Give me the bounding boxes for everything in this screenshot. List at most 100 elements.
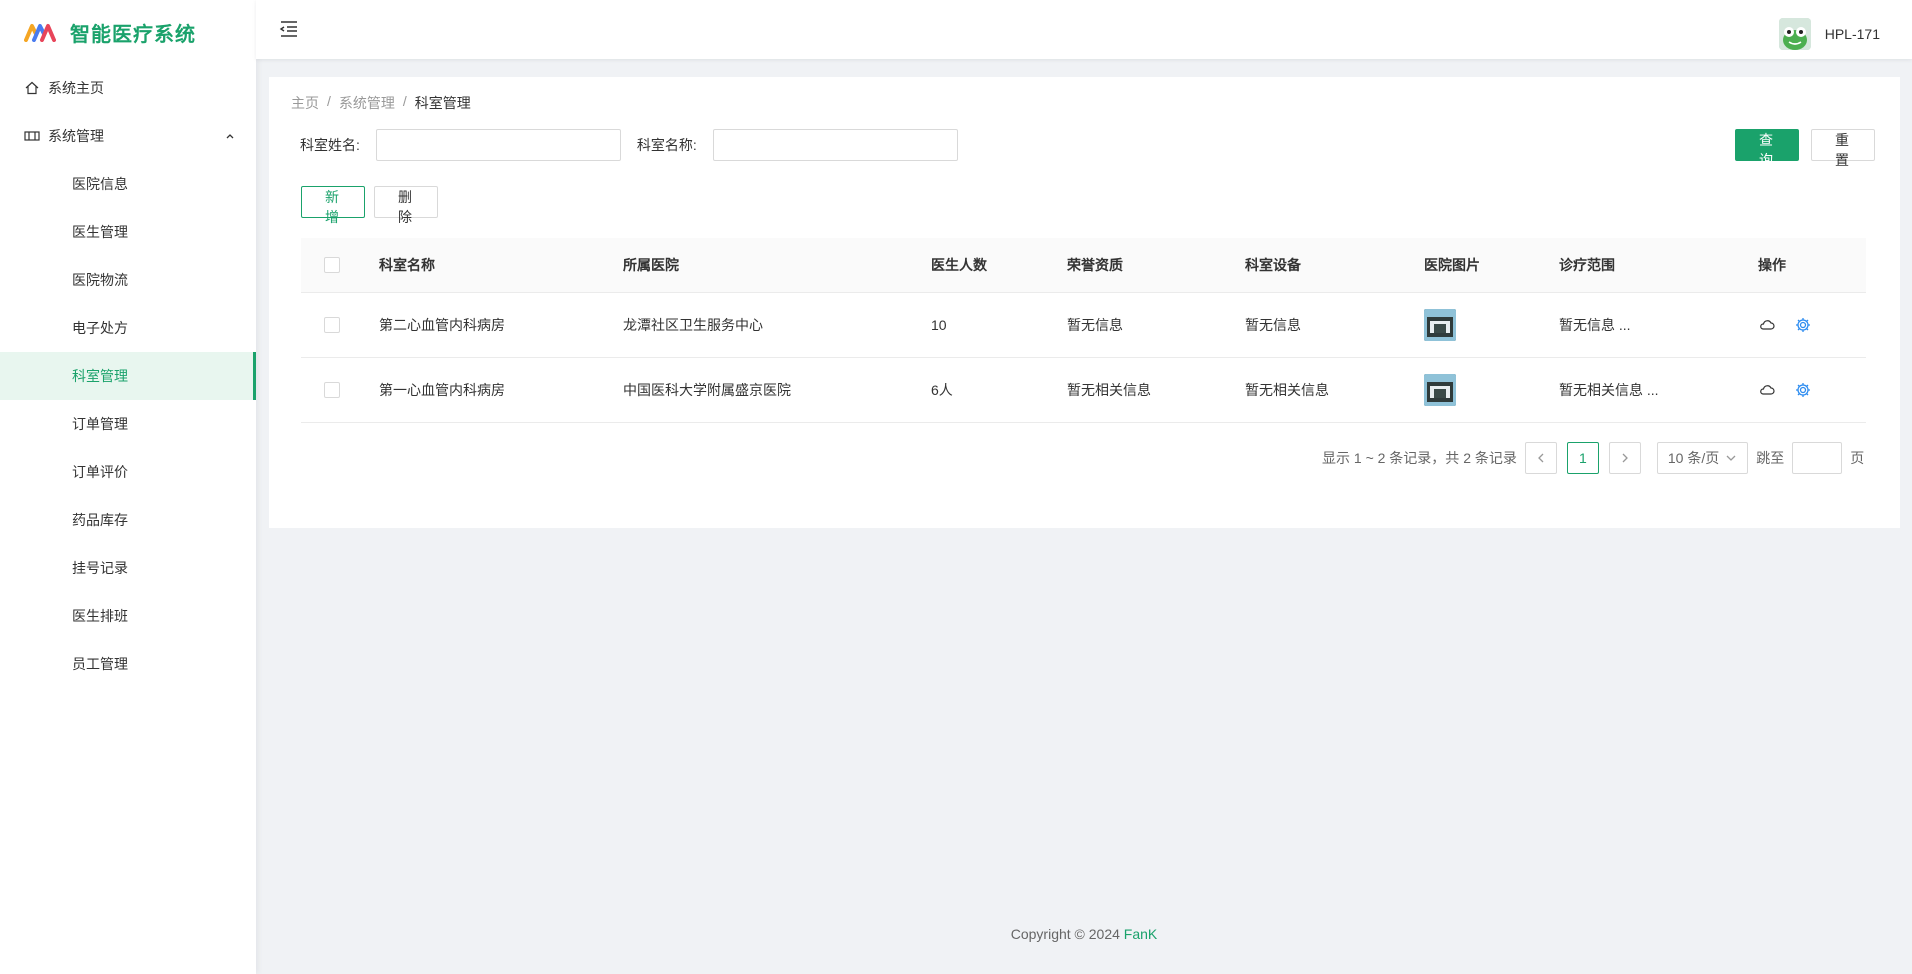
breadcrumb-parent[interactable]: 系统管理	[339, 93, 395, 113]
sidebar-item-home[interactable]: 系统主页	[0, 64, 256, 112]
department-person-input[interactable]	[375, 129, 621, 161]
cell-equipment: 暂无相关信息	[1245, 357, 1424, 423]
submenu-list: 医院信息 医生管理 医院物流 电子处方 科室管理 订单管理 订单评价 药品库存 …	[0, 160, 256, 688]
sidebar-item-label: 员工管理	[72, 656, 128, 672]
hospital-image-thumbnail[interactable]	[1424, 308, 1456, 341]
sidebar-item-label: 医院信息	[72, 176, 128, 192]
column-header: 操作	[1758, 238, 1866, 293]
select-all-checkbox[interactable]	[324, 257, 340, 274]
column-header[interactable]: 诊疗范围	[1559, 238, 1758, 293]
sidebar-item-department-manage[interactable]: 科室管理	[0, 352, 256, 400]
user-name: HPL-171	[1824, 26, 1880, 42]
sidebar-item-label: 医生管理	[72, 224, 128, 240]
cell-department-name: 第一心血管内科病房	[379, 357, 623, 423]
page-suffix: 页	[1850, 450, 1865, 466]
select-all-cell	[301, 238, 379, 293]
jump-label: 跳至	[1756, 450, 1785, 466]
column-header[interactable]: 荣誉资质	[1067, 238, 1245, 293]
row-select-cell	[301, 357, 379, 423]
sidebar-item-prescription[interactable]: 电子处方	[0, 304, 256, 352]
sidebar-item-label: 药品库存	[72, 512, 128, 528]
cloud-icon[interactable]	[1758, 381, 1776, 399]
sidebar-item-order-review[interactable]: 订单评价	[0, 448, 256, 496]
sidebar-item-label: 科室管理	[72, 368, 128, 384]
page-size-value: 10 条/页	[1667, 450, 1720, 466]
sidebar-item-registration[interactable]: 挂号记录	[0, 544, 256, 592]
home-icon	[24, 80, 40, 96]
sidebar-item-drug-stock[interactable]: 药品库存	[0, 496, 256, 544]
reset-button[interactable]: 重 置	[1811, 129, 1875, 168]
page-size-select[interactable]: 10 条/页	[1656, 442, 1749, 474]
prev-page-button[interactable]	[1524, 442, 1557, 474]
sidebar-menu: 系统主页 系统管理 医院信息 医生管理 医院物流 电子处方 科室管理 订单管理 …	[0, 64, 256, 688]
delete-button[interactable]: 删 除	[374, 186, 438, 225]
cell-hospital: 中国医科大学附属盛京医院	[623, 357, 931, 423]
cell-hospital: 龙潭社区卫生服务中心	[623, 292, 931, 358]
menu-fold-icon[interactable]	[278, 18, 300, 40]
settings-gear-icon[interactable]	[1794, 316, 1812, 334]
avatar[interactable]	[1778, 18, 1811, 50]
department-name-label: 科室名称:	[636, 137, 697, 153]
chevron-left-icon	[1537, 453, 1544, 463]
copyright-text: Copyright © 2024	[1010, 926, 1120, 942]
cell-actions	[1758, 357, 1866, 423]
footer: Copyright © 2024 FanK	[256, 926, 1912, 942]
chevron-down-icon	[1726, 455, 1736, 461]
content-card: 主页 / 系统管理 / 科室管理 科室姓名: 科室名称: 查 询 重 置 新 增…	[269, 77, 1900, 528]
cell-actions	[1758, 292, 1866, 358]
breadcrumb-home[interactable]: 主页	[291, 93, 319, 113]
sidebar-item-schedule[interactable]: 医生排班	[0, 592, 256, 640]
table-row: 第二心血管内科病房 龙潭社区卫生服务中心 10 暂无信息 暂无信息 暂无信息 .…	[301, 292, 1866, 358]
sidebar-item-hospital-info[interactable]: 医院信息	[0, 160, 256, 208]
breadcrumb-current: 科室管理	[414, 95, 471, 111]
logo-icon	[24, 24, 56, 42]
breadcrumb-separator: /	[327, 93, 331, 109]
settings-gear-icon[interactable]	[1794, 381, 1812, 399]
sidebar-item-system-manage[interactable]: 系统管理	[0, 112, 256, 160]
sidebar-item-label: 系统管理	[48, 128, 104, 144]
column-header[interactable]: 医生人数	[931, 238, 1067, 293]
chevron-up-icon	[226, 134, 234, 139]
cell-image	[1424, 357, 1559, 423]
add-button[interactable]: 新 增	[301, 186, 365, 225]
cell-honor: 暂无信息	[1067, 292, 1245, 358]
table-row: 第一心血管内科病房 中国医科大学附属盛京医院 6人 暂无相关信息 暂无相关信息 …	[301, 357, 1866, 423]
sidebar-item-staff-manage[interactable]: 员工管理	[0, 640, 256, 688]
row-select-cell	[301, 292, 379, 358]
column-header[interactable]: 医院图片	[1424, 238, 1559, 293]
pagination-total: 显示 1 ~ 2 条记录，共 2 条记录	[1322, 450, 1517, 466]
breadcrumb: 主页 / 系统管理 / 科室管理	[291, 93, 471, 113]
logo[interactable]: 智能医疗系统	[0, 0, 256, 64]
cell-equipment: 暂无信息	[1245, 292, 1424, 358]
app-title: 智能医疗系统	[70, 23, 196, 46]
column-header[interactable]: 所属医院	[623, 238, 931, 293]
query-button[interactable]: 查 询	[1735, 129, 1799, 168]
sidebar: 智能医疗系统 系统主页 系统管理 医院信息 医生管理 医院物流 电子处方 科室管…	[0, 0, 256, 974]
jump-page-input[interactable]	[1792, 442, 1843, 474]
pagination: 显示 1 ~ 2 条记录，共 2 条记录 1 10 条/页 跳至 页	[1322, 442, 1864, 474]
row-checkbox[interactable]	[324, 317, 340, 334]
sidebar-item-doctor-manage[interactable]: 医生管理	[0, 208, 256, 256]
author-link[interactable]: FanK	[1124, 926, 1157, 942]
row-checkbox[interactable]	[324, 382, 340, 399]
next-page-button[interactable]	[1608, 442, 1641, 474]
top-header: HPL-171	[256, 0, 1912, 59]
sidebar-item-label: 医生排班	[72, 608, 128, 624]
cell-scope: 暂无相关信息 ...	[1559, 357, 1758, 423]
sidebar-item-logistics[interactable]: 医院物流	[0, 256, 256, 304]
column-header[interactable]: 科室名称	[379, 238, 623, 293]
user-menu[interactable]: HPL-171	[1778, 18, 1880, 50]
column-header[interactable]: 科室设备	[1245, 238, 1424, 293]
sidebar-item-label: 挂号记录	[72, 560, 128, 576]
page-button[interactable]: 1	[1566, 442, 1599, 474]
sidebar-item-label: 系统主页	[48, 80, 104, 96]
cell-doctor-count: 6人	[931, 357, 1067, 423]
sidebar-item-order-manage[interactable]: 订单管理	[0, 400, 256, 448]
cell-doctor-count: 10	[931, 292, 1067, 358]
cloud-icon[interactable]	[1758, 316, 1776, 334]
department-name-input[interactable]	[712, 129, 958, 161]
cell-scope: 暂无信息 ...	[1559, 292, 1758, 358]
hospital-image-thumbnail[interactable]	[1424, 373, 1456, 406]
cell-image	[1424, 292, 1559, 358]
department-person-label: 科室姓名:	[300, 137, 360, 153]
